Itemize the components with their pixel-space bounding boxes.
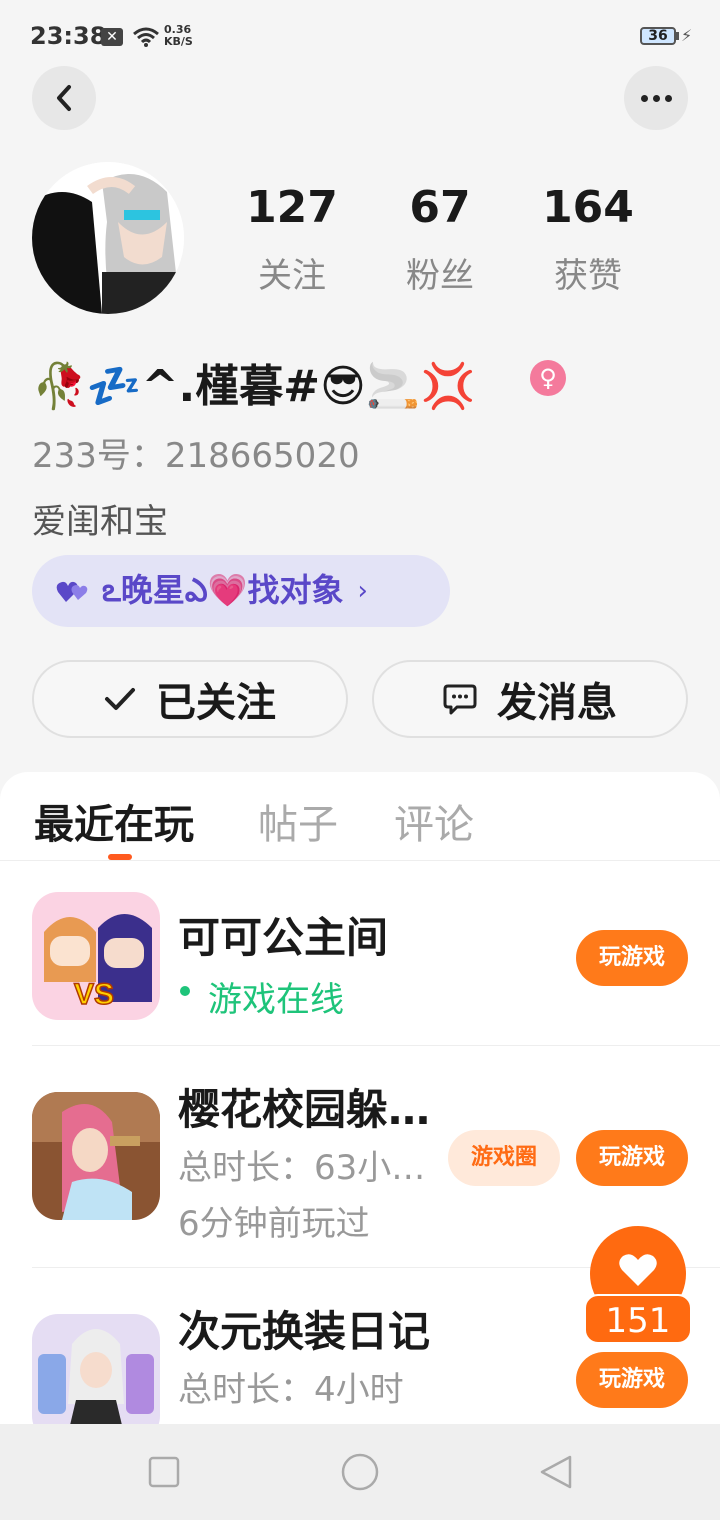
battery-nub xyxy=(676,32,679,40)
notification-icon: ✕ xyxy=(101,28,123,46)
relationship-label: ఽ晚星ఎ💗找对象 xyxy=(102,571,344,609)
fans-count[interactable]: 67 xyxy=(370,182,510,233)
send-message-label: 发消息 xyxy=(497,680,617,726)
tab-comments[interactable]: 评论 xyxy=(394,792,474,850)
likes-label[interactable]: 获赞 xyxy=(518,248,658,297)
check-icon xyxy=(104,687,136,711)
heart-icon xyxy=(619,1254,657,1286)
game-icon-keke[interactable]: VS xyxy=(32,892,160,1020)
user-id: 233号：218665020 xyxy=(32,436,360,476)
nickname: 🥀💤^.槿暮#😎🚬💢 xyxy=(32,361,476,412)
game-last-played: 6分钟前玩过 xyxy=(178,1204,370,1244)
row-divider xyxy=(32,1045,720,1046)
status-time: 23:38 xyxy=(30,22,107,50)
game-duration: 总时长：4小时 xyxy=(178,1370,404,1410)
game-circle-button[interactable]: 游戏圈 xyxy=(448,1130,560,1186)
send-message-button[interactable]: 发消息 xyxy=(372,660,688,738)
like-count-badge: 151 xyxy=(584,1294,692,1344)
double-heart-icon xyxy=(56,581,88,602)
more-options-button[interactable] xyxy=(624,66,688,130)
recents-icon[interactable] xyxy=(148,1456,180,1488)
game-title[interactable]: 樱花校园躲… xyxy=(178,1076,430,1137)
fans-label[interactable]: 粉丝 xyxy=(370,248,510,297)
game-title[interactable]: 可可公主间 xyxy=(178,904,388,965)
wifi-icon xyxy=(133,27,159,47)
game-duration: 总时长：63小… xyxy=(178,1148,426,1188)
game-title[interactable]: 次元换装日记 xyxy=(178,1298,430,1359)
signature: 爱闺和宝 xyxy=(32,502,168,542)
home-icon[interactable] xyxy=(340,1452,380,1492)
back-arrow-icon xyxy=(57,85,71,111)
avatar[interactable] xyxy=(32,162,184,314)
tab-posts[interactable]: 帖子 xyxy=(258,792,338,850)
following-label[interactable]: 关注 xyxy=(222,248,362,297)
game-online-status: 游戏在线 xyxy=(208,980,344,1020)
battery-icon: 36 xyxy=(640,27,676,45)
charging-icon: ⚡ xyxy=(681,26,693,45)
tab-recently-played[interactable]: 最近在玩 xyxy=(34,792,194,850)
followed-label: 已关注 xyxy=(156,680,276,726)
network-speed: 0.36 KB/S xyxy=(164,23,193,48)
followed-button[interactable]: 已关注 xyxy=(32,660,348,738)
svg-text:VS: VS xyxy=(74,978,114,1011)
game-icon-sakura[interactable] xyxy=(32,1092,160,1220)
relationship-pill[interactable]: ఽ晚星ఎ💗找对象 › xyxy=(32,555,450,627)
chevron-right-icon: › xyxy=(357,576,368,606)
following-count[interactable]: 127 xyxy=(222,182,362,233)
online-dot xyxy=(180,986,190,996)
back-button[interactable] xyxy=(32,66,96,130)
avatar-illustration xyxy=(32,162,184,314)
more-dots-icon xyxy=(640,94,648,102)
back-nav-icon[interactable] xyxy=(538,1454,574,1490)
play-game-button[interactable]: 玩游戏 xyxy=(576,1130,688,1186)
game-icon-dressup[interactable] xyxy=(32,1314,160,1442)
female-gender-icon: ♀ xyxy=(530,360,566,396)
tab-divider xyxy=(0,860,720,861)
play-game-button[interactable]: 玩游戏 xyxy=(576,1352,688,1408)
chat-bubble-icon xyxy=(443,683,477,715)
play-game-button[interactable]: 玩游戏 xyxy=(576,930,688,986)
likes-count[interactable]: 164 xyxy=(518,182,658,233)
